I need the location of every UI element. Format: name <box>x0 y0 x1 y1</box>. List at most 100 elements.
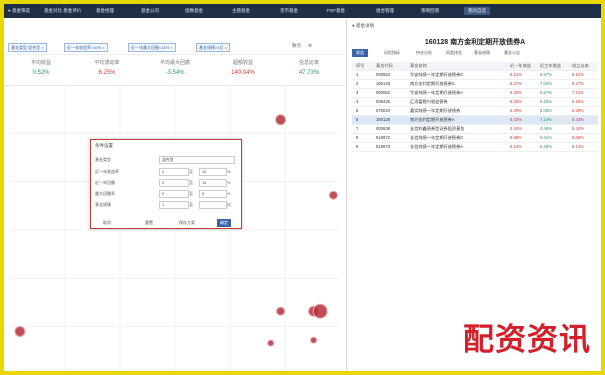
max-input[interactable]: 10 <box>199 168 227 176</box>
tab-risk[interactable]: 风险指标 <box>384 50 400 56</box>
nav-item-company[interactable]: 基金公司 <box>141 8 159 14</box>
nav-item-portfolio[interactable]: 组合管理 <box>376 8 394 14</box>
unit-label: 亿 <box>227 202 231 207</box>
nav-item-money[interactable]: 货币基金 <box>280 8 298 14</box>
min-input[interactable]: 0 <box>159 168 189 176</box>
filter-chip[interactable]: 基金规模>1亿 × <box>196 43 231 52</box>
tab-holdings[interactable]: 持仓分析 <box>416 50 432 56</box>
stat-value: 140.04% <box>231 70 255 76</box>
nav-item-manager[interactable]: 基金经理 <box>96 8 114 14</box>
scatter-point[interactable] <box>275 114 287 126</box>
fund-title: 160128 南方金利定期开放债券A <box>424 39 526 46</box>
table-row[interactable]: 2 160128 南方金利定期开放债券C 6.27% 7.06% 8.27% <box>352 80 598 89</box>
column-header: 成立以来 <box>572 63 589 68</box>
table-cell-name: 嘉实纯债一年定期开放债券 <box>410 108 461 113</box>
table-cell-r3: 7.06% <box>540 81 552 86</box>
nav-item-index[interactable]: 指数基金 <box>185 8 203 14</box>
scatter-point[interactable] <box>267 339 275 347</box>
scatter-point[interactable] <box>276 306 286 316</box>
filter-dialog: 条件设置 基金类型 混合型 近一年收益率 0 至 10 % 近一年回撤 0 至 … <box>90 139 242 229</box>
stat-info-ratio: 信息比率 47.73% <box>280 59 338 76</box>
filter-chip[interactable]: 近一年最大回撤<15% × <box>128 43 176 52</box>
table-cell-code: 006425 <box>376 99 390 104</box>
nav-item-compare[interactable]: 基金对比 基金评价 <box>44 8 81 14</box>
table-cell-no: 5 <box>356 108 359 113</box>
scatter-point[interactable] <box>310 336 318 344</box>
table-cell-no: 4 <box>356 99 359 104</box>
nav-item-fof[interactable]: FOF基金 <box>327 8 345 14</box>
unit-label: % <box>227 180 231 185</box>
tab-ranking[interactable]: 同类排名 <box>446 50 462 56</box>
tab-notices[interactable]: 基金公告 <box>504 50 520 56</box>
table-row[interactable]: 4 006425 汇添富稳兴收益债券 6.15% 5.26% 6.15% <box>352 98 598 107</box>
table-cell-r5: 8.27% <box>572 81 584 86</box>
row-label: 近一年收益率 <box>95 169 119 174</box>
filter-chip[interactable]: 基金类型:混合型 × <box>8 43 47 52</box>
table-cell-code: 000552 <box>376 90 390 95</box>
nav-item-backtest[interactable]: 策略回测 <box>421 8 439 14</box>
top-navigation: ● 基金筛选 基金对比 基金评价 基金经理 基金公司 指数基金 主题基金 货币基… <box>4 4 601 18</box>
dialog-row-size: 基金规模 1 至 亿 <box>95 201 237 209</box>
table-cell-code: 000553 <box>376 72 390 77</box>
min-input[interactable]: 1 <box>159 201 189 209</box>
table-row[interactable]: 7 000638 长信利鑫债券型证券投资基金 5.42% 4.46% 5.42% <box>352 125 598 134</box>
table-row[interactable]: 8 519972 长信纯债一年定期开放债券C 5.58% 5.01% 5.58% <box>352 134 598 143</box>
save-scheme-button[interactable]: 保存方案 <box>179 220 195 226</box>
table-cell-r3: 5.39% <box>540 144 552 149</box>
min-input[interactable]: 0 <box>159 179 189 187</box>
stat-label: 超额收益 <box>232 60 253 66</box>
table-cell-r3: 5.26% <box>540 99 552 104</box>
stat-label: 平均收益 <box>30 60 51 66</box>
table-cell-r3: 3.06% <box>540 108 552 113</box>
chart-type-select[interactable]: 散点 <box>292 43 301 49</box>
column-header: 近一年收益 <box>510 63 531 68</box>
scatter-point[interactable] <box>14 326 26 337</box>
table-row[interactable]: 9 519973 长信纯债一年定期开放债券A 6.14% 5.39% 6.14% <box>352 143 598 152</box>
table-cell-no: 1 <box>356 72 359 77</box>
stat-excess-return: 超额收益 140.04% <box>214 59 272 76</box>
dialog-title: 条件设置 <box>95 143 113 148</box>
table-row[interactable]: 6 160128 南方金利定期开放债券A 6.43% 7.14% 6.43% <box>352 116 598 125</box>
table-row[interactable]: 5 070020 嘉实纯债一年定期开放债券 6.29% 3.06% 6.29% <box>352 107 598 116</box>
stat-label: 平均波动率 <box>94 60 120 66</box>
table-cell-r1: 6.43% <box>510 117 522 122</box>
max-input[interactable] <box>199 201 227 209</box>
reset-button[interactable]: 重置 <box>145 220 153 226</box>
table-cell-no: 9 <box>356 144 359 149</box>
dialog-row-maxdd: 最大回撤率 0 至 5 % <box>95 190 237 198</box>
fund-type-select[interactable]: 混合型 <box>159 156 235 164</box>
table-cell-code: 160128 <box>376 81 390 86</box>
stat-value: 47.73% <box>298 70 320 76</box>
max-input[interactable]: 5 <box>199 190 227 198</box>
table-cell-no: 7 <box>356 126 359 131</box>
scatter-point[interactable] <box>312 303 328 319</box>
max-input[interactable]: 15 <box>199 179 227 187</box>
table-cell-name: 汇添富稳兴收益债券 <box>410 99 448 104</box>
min-input[interactable]: 0 <box>159 190 189 198</box>
watermark-text: 配资资讯 <box>463 322 591 358</box>
table-cell-r5: 7.21% <box>572 90 584 95</box>
stat-max-drawdown: 平均最大回撤 -3.54% <box>146 59 204 76</box>
row-label: 基金规模 <box>95 202 111 207</box>
table-cell-r3: 5.01% <box>540 135 552 140</box>
table-cell-r1: 6.15% <box>510 99 522 104</box>
tab-return[interactable]: 收益 <box>352 49 368 57</box>
nav-item-fund-screen[interactable]: ● 基金筛选 <box>8 8 30 14</box>
table-cell-r5: 5.58% <box>572 135 584 140</box>
confirm-button[interactable]: 确定 <box>217 219 231 227</box>
nav-item-favorites[interactable]: 我的自选 <box>464 7 490 15</box>
table-cell-r3: 6.57% <box>540 90 552 95</box>
table-row[interactable]: 1 000553 华安纯债一年定期开放债券C 6.12% 6.57% 6.12% <box>352 71 598 80</box>
cancel-button[interactable]: 取消 <box>103 220 111 226</box>
filter-chip[interactable]: 近一年收益率>10% × <box>64 43 108 52</box>
screening-panel: 基金类型:混合型 × 近一年收益率>10% × 近一年最大回撤<15% × 基金… <box>4 19 347 371</box>
tab-manager[interactable]: 基金经理 <box>474 50 490 56</box>
nav-item-theme[interactable]: 主题基金 <box>232 8 250 14</box>
column-header: 基金名称 <box>410 63 427 68</box>
scatter-point[interactable] <box>328 190 338 200</box>
gear-icon[interactable]: ⚙ <box>308 43 312 49</box>
table-cell-name: 华安纯债一年定期开放债券A <box>410 90 464 95</box>
table-cell-name: 南方金利定期开放债券A <box>410 117 455 122</box>
table-row[interactable]: 3 000552 华安纯债一年定期开放债券A 6.30% 6.57% 7.21% <box>352 89 598 98</box>
table-cell-r1: 6.29% <box>510 108 522 113</box>
